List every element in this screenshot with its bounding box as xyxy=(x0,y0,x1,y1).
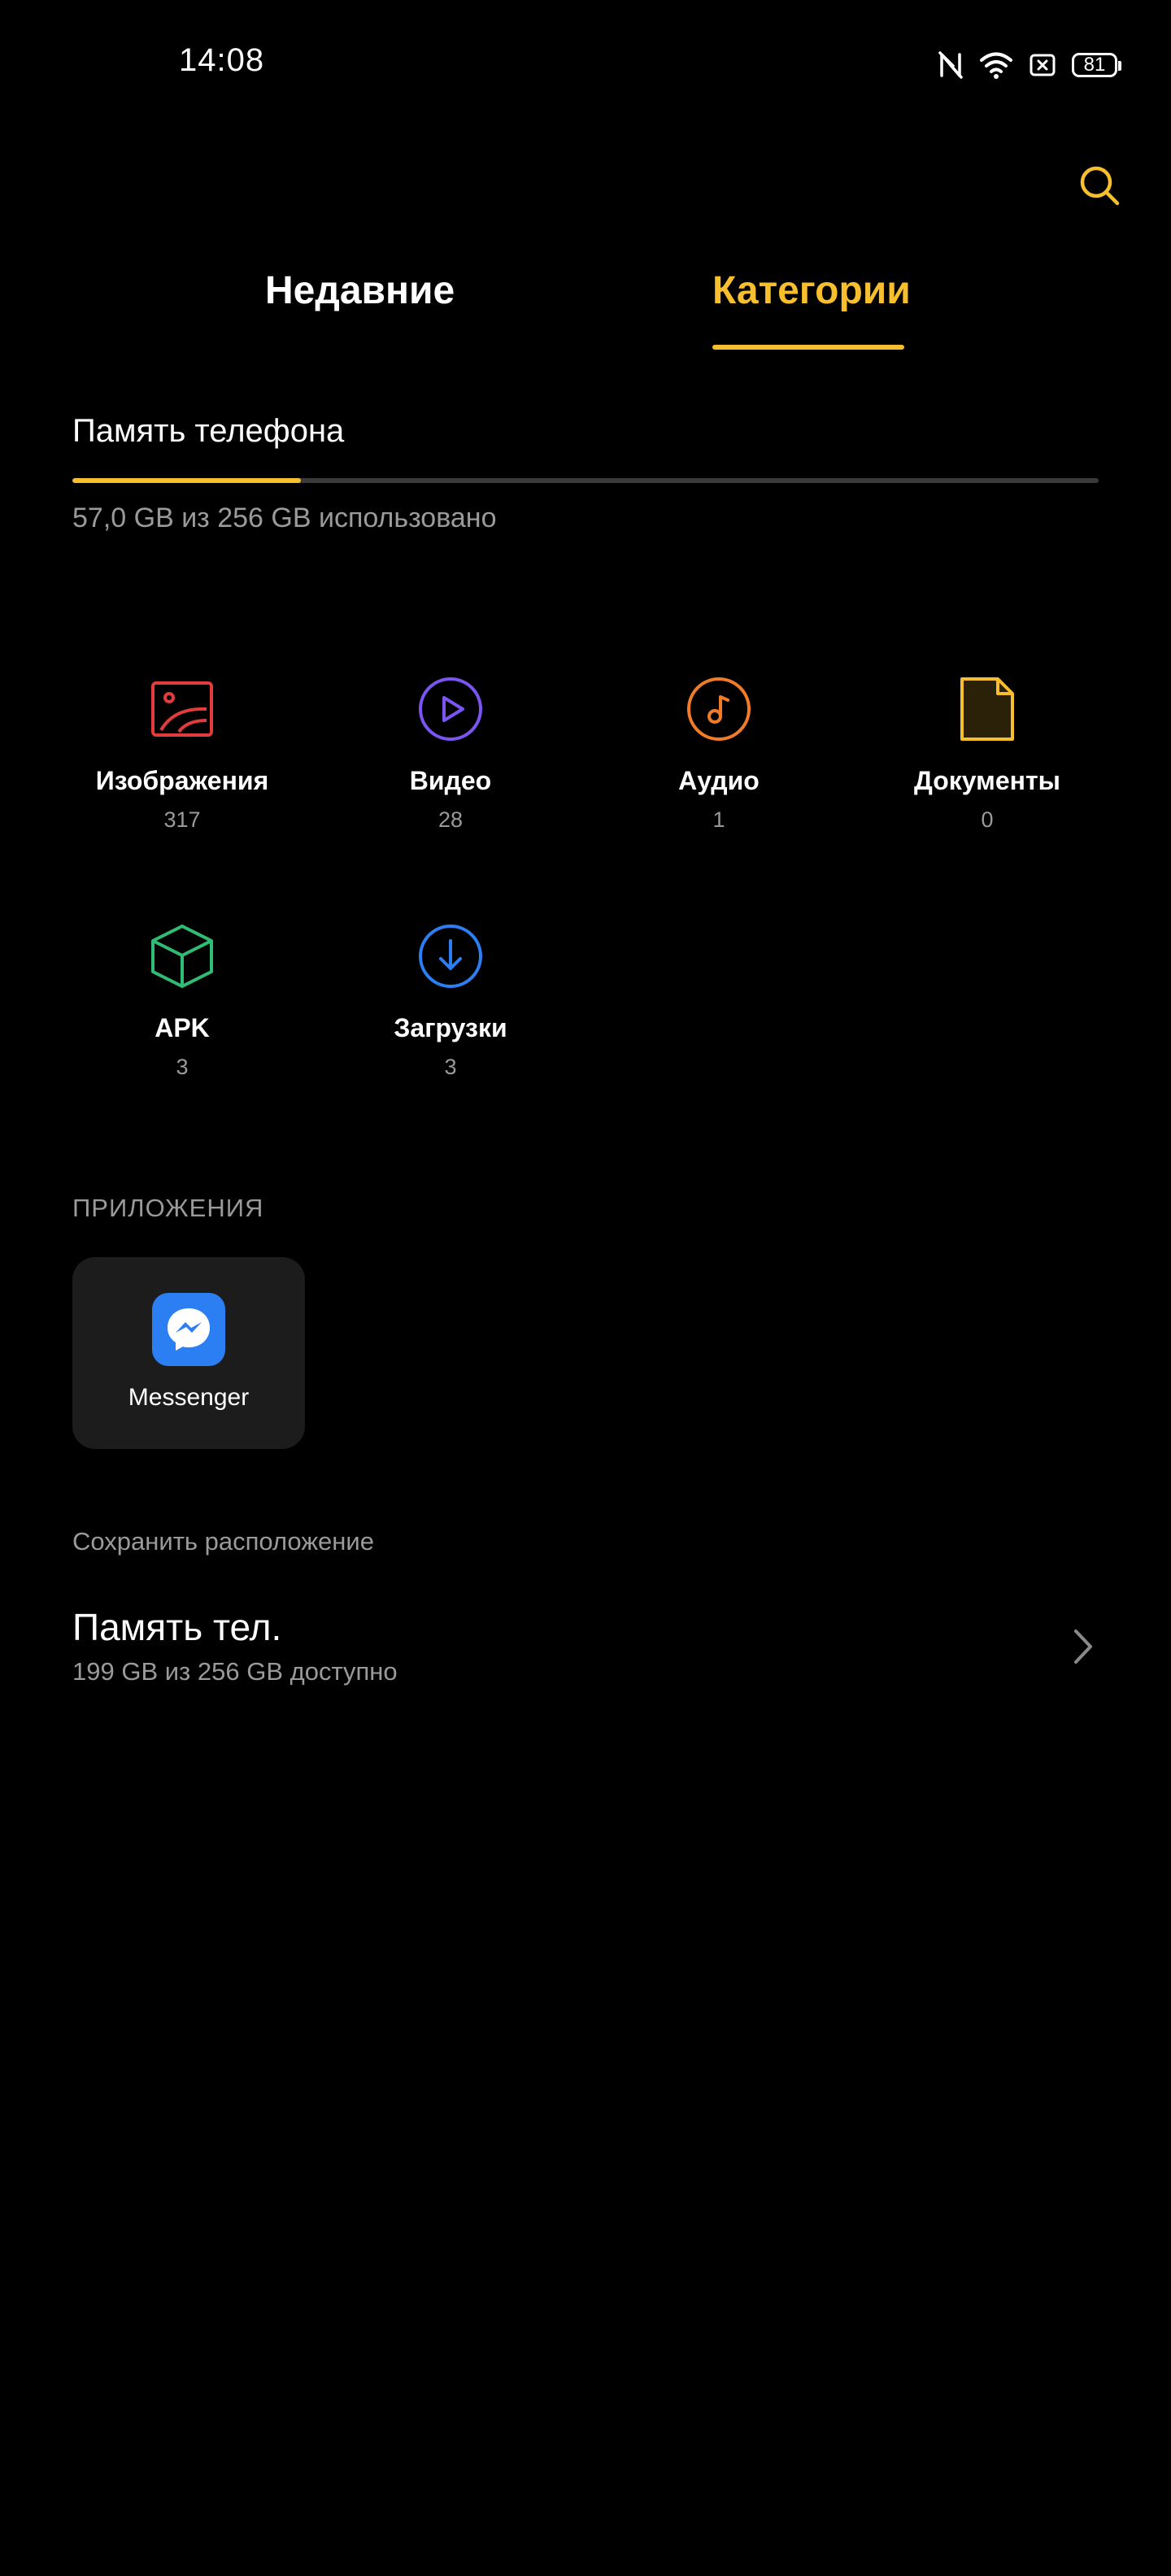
music-note-icon xyxy=(685,675,753,743)
category-label: Загрузки xyxy=(394,1013,507,1042)
category-apk[interactable]: APK 3 xyxy=(48,922,316,1117)
category-count: 3 xyxy=(176,1055,189,1079)
image-icon xyxy=(148,675,216,743)
status-bar: 14:08 81 xyxy=(0,0,1171,130)
wifi-icon xyxy=(979,51,1013,79)
storage-progress-bar xyxy=(72,478,1099,483)
tab-bar: Недавние Категории xyxy=(0,268,1171,358)
category-video[interactable]: Видео 28 xyxy=(316,675,585,870)
category-count: 1 xyxy=(712,807,725,832)
category-images[interactable]: Изображения 317 xyxy=(48,675,316,870)
category-documents[interactable]: Документы 0 xyxy=(853,675,1121,870)
storage-progress-fill xyxy=(72,478,302,483)
tab-categories[interactable]: Категории xyxy=(712,268,911,313)
battery-icon: 81 xyxy=(1072,53,1121,77)
active-tab-indicator xyxy=(712,345,904,350)
sim-off-icon xyxy=(1030,54,1056,76)
apps-heading: ПРИЛОЖЕНИЯ xyxy=(72,1194,264,1222)
search-icon xyxy=(1080,166,1120,206)
category-label: Документы xyxy=(914,766,1060,795)
play-circle-icon xyxy=(416,675,485,743)
category-label: Изображения xyxy=(95,766,269,795)
messenger-icon xyxy=(152,1293,225,1366)
chevron-right-icon xyxy=(1074,1630,1092,1664)
location-title: Память тел. xyxy=(72,1606,282,1648)
storage-usage-text: 57,0 GB из 256 GB использовано xyxy=(72,503,497,533)
category-count: 317 xyxy=(163,807,201,832)
package-cube-icon xyxy=(148,922,216,990)
category-count: 28 xyxy=(437,807,464,832)
tab-recent[interactable]: Недавние xyxy=(265,268,455,313)
document-icon xyxy=(953,675,1021,743)
app-label: Messenger xyxy=(128,1384,250,1411)
category-audio[interactable]: Аудио 1 xyxy=(585,675,853,870)
download-icon xyxy=(416,922,485,990)
category-downloads[interactable]: Загрузки 3 xyxy=(316,922,585,1117)
location-subtitle: 199 GB из 256 GB доступно xyxy=(72,1657,398,1686)
status-time: 14:08 xyxy=(179,42,265,78)
category-label: APK xyxy=(155,1013,210,1042)
location-phone-memory[interactable]: Память тел. 199 GB из 256 GB доступно xyxy=(72,1595,1099,1698)
category-label: Видео xyxy=(409,766,492,795)
status-icons: 81 xyxy=(938,47,1121,83)
save-location-heading: Сохранить расположение xyxy=(72,1527,374,1556)
nfc-off-icon xyxy=(938,51,963,79)
search-button[interactable] xyxy=(1073,159,1125,211)
app-messenger[interactable]: Messenger xyxy=(72,1257,305,1449)
storage-title[interactable]: Память телефона xyxy=(72,413,344,450)
category-count: 0 xyxy=(981,807,994,832)
category-count: 3 xyxy=(444,1055,457,1079)
category-label: Аудио xyxy=(678,766,760,795)
